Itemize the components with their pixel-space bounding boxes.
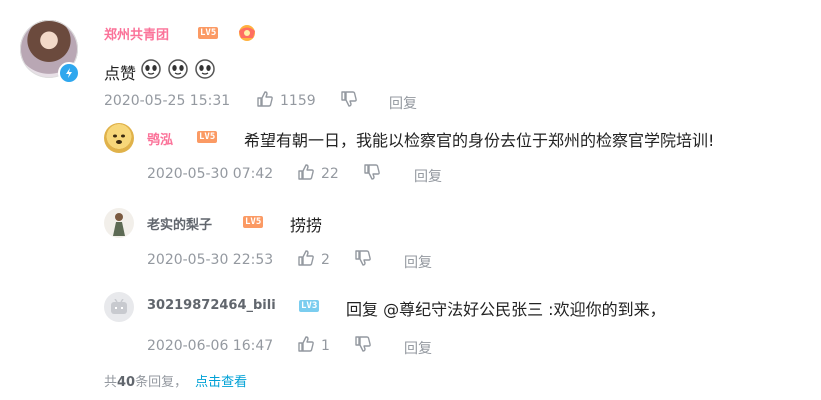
- reply-button[interactable]: 回复: [389, 93, 417, 113]
- timestamp: 2020-05-30 22:53: [147, 252, 274, 268]
- dislike-icon[interactable]: [340, 90, 358, 108]
- panda-emoji-icon: [194, 58, 216, 80]
- username[interactable]: 郑州共青团: [104, 24, 169, 43]
- level-badge: LV3: [299, 300, 320, 312]
- view-more-link[interactable]: 点击查看: [195, 375, 247, 390]
- level-badge: LV5: [197, 131, 218, 143]
- panda-emoji-icon: [140, 58, 162, 80]
- dislike-icon[interactable]: [354, 335, 372, 353]
- timestamp: 2020-05-25 15:31: [104, 93, 231, 109]
- reply-text: 希望有朝一日，我能以检察官的身份去位于郑州的检察官学院培训!: [244, 131, 715, 150]
- timestamp: 2020-05-30 07:42: [147, 166, 274, 182]
- panda-emoji-icon: [167, 58, 189, 80]
- footer-prefix: 共: [104, 375, 118, 390]
- reply-total: 40: [117, 375, 136, 390]
- verified-badge-icon: [58, 62, 80, 84]
- dislike-icon[interactable]: [363, 163, 381, 181]
- avatar[interactable]: [104, 292, 134, 322]
- avatar[interactable]: [104, 123, 134, 153]
- level-badge: LV5: [198, 27, 219, 39]
- username[interactable]: 30219872464_bili: [147, 298, 276, 313]
- avatar[interactable]: [104, 208, 134, 238]
- like-count: 22: [321, 166, 339, 182]
- reply-count-footer: 共40条回复， 点击查看: [104, 371, 247, 390]
- dislike-icon[interactable]: [354, 249, 372, 267]
- like-icon[interactable]: [297, 163, 315, 181]
- reply-button[interactable]: 回复: [404, 252, 432, 272]
- like-count: 2: [321, 252, 330, 268]
- reply-button[interactable]: 回复: [414, 166, 442, 186]
- reply-button[interactable]: 回复: [404, 338, 432, 358]
- level-badge: LV5: [243, 216, 264, 228]
- reply-text: 捞捞: [290, 216, 323, 235]
- username[interactable]: 老实的梨子: [147, 214, 212, 233]
- like-count: 1: [321, 338, 330, 354]
- like-icon[interactable]: [256, 90, 274, 108]
- timestamp: 2020-06-06 16:47: [147, 338, 274, 354]
- medal-icon: [236, 22, 258, 42]
- reply-text: 回复 @尊纪守法好公民张三 :欢迎你的到来，: [346, 300, 666, 319]
- username[interactable]: 鸮泓: [147, 129, 173, 148]
- like-icon[interactable]: [297, 249, 315, 267]
- like-icon[interactable]: [297, 335, 315, 353]
- footer-suffix: 条回复，: [135, 375, 188, 390]
- comment-text: 点赞: [104, 64, 137, 83]
- like-count: 1159: [280, 93, 316, 109]
